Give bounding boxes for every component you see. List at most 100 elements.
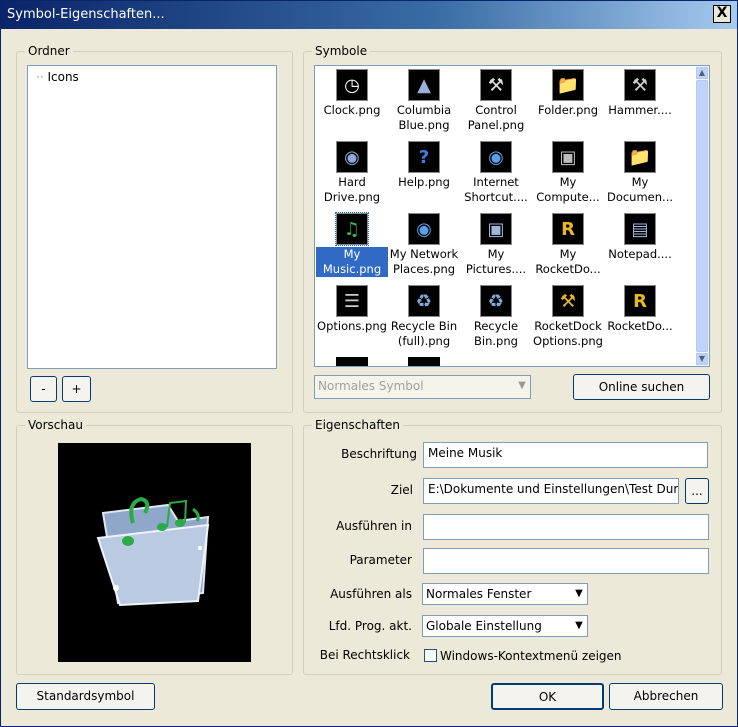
icon-list-item[interactable]: ◉ Internet Shortcut....: [460, 141, 532, 211]
scroll-down-icon[interactable]: ▼: [696, 353, 708, 365]
help-icon: ?: [408, 141, 440, 173]
online-search-button[interactable]: Online suchen: [573, 374, 710, 400]
dialog-window: Symbol-Eigenschaften... X Ordner ·· Icon…: [0, 0, 738, 727]
icon-list-item[interactable]: ▤ Notepad....: [604, 213, 676, 283]
preview-image: [58, 443, 251, 662]
tree-connector: ··: [36, 70, 44, 84]
icon-list-item[interactable]: 📁 My Documen...: [604, 141, 676, 211]
parameter-label: Parameter: [349, 553, 412, 567]
chevron-down-icon: ▼: [575, 620, 583, 631]
standardsymbol-button[interactable]: Standardsymbol: [16, 683, 155, 710]
ausfuehren-als-select[interactable]: Normales Fenster ▼: [422, 583, 588, 605]
lfd-prog-label: Lfd. Prog. akt.: [328, 619, 412, 633]
icon-list-item[interactable]: ▲ Columbia Blue.png: [388, 69, 460, 139]
lfd-prog-value: Globale Einstellung: [426, 619, 542, 633]
ziel-input[interactable]: E:\Dokumente und Einstellungen\Test Dum: [423, 478, 679, 504]
icon-list-item-label: My Pictures....: [465, 247, 527, 276]
chevron-down-icon: ▼: [518, 380, 526, 391]
music-folder-icon: [96, 496, 210, 607]
window-title: Symbol-Eigenschaften...: [7, 7, 165, 22]
icon-list-item[interactable]: R RocketDo...: [604, 285, 676, 355]
tree-item-label: Icons: [47, 70, 79, 84]
ausfuehren-in-label: Ausführen in: [336, 519, 412, 533]
partial-icon: [408, 357, 440, 366]
symbole-legend: Symbole: [315, 44, 368, 58]
icon-list-item[interactable]: ⚒ Control Panel.png: [460, 69, 532, 139]
icon-list[interactable]: ◷ Clock.png ▲ Columbia Blue.png ⚒ Control Pan…: [314, 65, 710, 367]
folder-icon: 📁: [552, 69, 584, 101]
options-icon: ☰: [336, 285, 368, 317]
icon-list-item[interactable]: ♫ My Music.png: [316, 212, 388, 283]
ok-button[interactable]: OK: [491, 683, 604, 710]
icon-list-item-label: Recycle Bin.png: [473, 319, 519, 348]
rocketdock-folder-icon: R: [552, 213, 584, 245]
icon-list-item-label: Hard Drive.png: [323, 175, 381, 204]
notepad-icon: ▤: [624, 213, 656, 245]
icon-list-item[interactable]: R My RocketDo...: [532, 213, 604, 283]
icon-list-item-label: My Music.png: [316, 247, 388, 277]
icon-list-item-label: RocketDo...: [607, 319, 673, 333]
ziel-label: Ziel: [390, 483, 413, 497]
icon-list-item-label: Notepad....: [608, 247, 672, 261]
computer-icon: ▣: [552, 141, 584, 173]
icon-list-item-label: My Documen...: [606, 175, 674, 204]
recycle-bin-icon: ♻: [480, 285, 512, 317]
icon-list-item[interactable]: ⚒ Hammer....: [604, 69, 676, 139]
icon-list-item[interactable]: ☰ Options.png: [316, 285, 388, 355]
folder-tree[interactable]: ·· Icons: [27, 65, 277, 369]
kontextmenu-checkbox[interactable]: [424, 649, 437, 662]
symbol-type-select[interactable]: Normales Symbol ▼: [314, 375, 531, 399]
recycle-bin-full-icon: ♻: [408, 285, 440, 317]
lfd-prog-select[interactable]: Globale Einstellung ▼: [422, 615, 588, 637]
pictures-icon: ▣: [480, 213, 512, 245]
icon-list-item[interactable]: ◉ Hard Drive.png: [316, 141, 388, 211]
partial-icon: [336, 357, 368, 366]
icon-list-item[interactable]: ♻ Recycle Bin.png: [460, 285, 532, 355]
tree-item-icons[interactable]: ·· Icons: [36, 70, 79, 84]
icon-list-item[interactable]: ▣ My Pictures....: [460, 213, 532, 283]
kontextmenu-label[interactable]: Windows-Kontextmenü zeigen: [440, 649, 622, 663]
eigenschaften-legend: Eigenschaften: [315, 418, 401, 432]
remove-folder-button[interactable]: -: [30, 376, 57, 402]
control-panel-icon: ⚒: [480, 69, 512, 101]
icon-list-item[interactable]: ⚒ RocketDock Options.png: [532, 285, 604, 355]
documents-icon: 📁: [624, 141, 656, 173]
icon-list-scrollbar[interactable]: ▲ ▼: [696, 66, 709, 366]
ordner-legend: Ordner: [28, 44, 70, 58]
ausfuehren-in-input[interactable]: [423, 514, 709, 540]
network-icon: ◉: [408, 213, 440, 245]
beschriftung-label: Beschriftung: [341, 447, 417, 461]
symbol-type-value: Normales Symbol: [318, 379, 424, 393]
parameter-input[interactable]: [423, 548, 709, 574]
close-button[interactable]: X: [713, 5, 731, 23]
globe-icon: ◉: [480, 141, 512, 173]
vorschau-legend: Vorschau: [28, 418, 83, 432]
rocketdock-options-icon: ⚒: [552, 285, 584, 317]
cancel-button[interactable]: Abbrechen: [609, 683, 723, 710]
scroll-up-icon[interactable]: ▲: [696, 67, 708, 79]
browse-button[interactable]: ...: [685, 478, 709, 504]
icon-list-item[interactable]: 📁 Folder.png: [532, 69, 604, 139]
music-folder-icon: ♫: [335, 212, 369, 246]
icon-list-item[interactable]: ▣ My Compute...: [532, 141, 604, 211]
icon-list-item[interactable]: ◉ My Network Places.png: [388, 213, 460, 283]
title-bar[interactable]: Symbol-Eigenschaften... X: [1, 1, 737, 29]
rocketdock-icon: R: [624, 285, 656, 317]
icon-list-item-label: My Network Places.png: [389, 247, 459, 276]
rechtsklick-label: Bei Rechtsklick: [319, 648, 410, 662]
ausfuehren-als-value: Normales Fenster: [426, 587, 532, 601]
icon-list-item[interactable]: ? Help.png: [388, 141, 460, 211]
icon-list-item-label: Control Panel.png: [467, 103, 525, 132]
icon-list-item-label: My Compute...: [536, 175, 600, 204]
icon-list-item[interactable]: ◷ Clock.png: [316, 69, 388, 139]
icon-list-item-label: Folder.png: [537, 103, 599, 117]
add-folder-button[interactable]: +: [62, 376, 91, 402]
clock-icon: ◷: [336, 69, 368, 101]
icon-list-item-label: RocketDock Options.png: [533, 319, 603, 348]
icon-list-item-label: Columbia Blue.png: [396, 103, 452, 132]
icon-list-item[interactable]: ♻ Recycle Bin (full).png: [388, 285, 460, 355]
icon-list-item-label: My RocketDo...: [535, 247, 601, 276]
hard-drive-icon: ◉: [336, 141, 368, 173]
scroll-thumb[interactable]: [696, 80, 708, 352]
beschriftung-input[interactable]: Meine Musik: [423, 442, 708, 468]
